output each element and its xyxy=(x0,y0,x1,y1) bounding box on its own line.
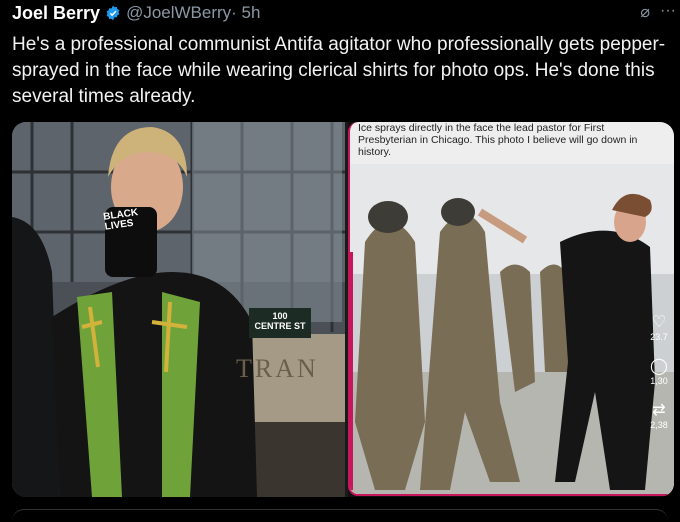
repost-count: 2,38 xyxy=(650,420,668,430)
tweet-media[interactable]: BLACK LIVES 100 CENTRE ST TRAN Ice spray… xyxy=(12,122,674,497)
embedded-caption: Ice sprays directly in the face the lead… xyxy=(358,122,638,158)
building-lettering: TRAN xyxy=(236,354,319,383)
like-count: 23.7 xyxy=(650,332,668,342)
embedded-repost[interactable]: ⇄ 2,38 xyxy=(644,400,674,430)
header-actions: ⌀ ··· xyxy=(640,2,676,22)
heart-icon: ♡ xyxy=(651,314,667,331)
confrontation-photo-illustration xyxy=(350,164,674,494)
street-sign-name: CENTRE ST xyxy=(254,321,306,331)
reply-count: 1,30 xyxy=(650,376,668,386)
tweet-header: Joel Berry @JoelWBerry · 5h xyxy=(12,0,668,26)
verified-badge-icon xyxy=(106,5,120,21)
street-sign: 100 CENTRE ST xyxy=(249,308,311,338)
embedded-actions: ♡ 23.7 ◯ 1,30 ⇄ 2,38 xyxy=(644,312,674,492)
more-options-icon[interactable]: ··· xyxy=(660,2,676,22)
reply-icon: ◯ xyxy=(650,358,668,375)
embedded-like[interactable]: ♡ 23.7 xyxy=(644,312,674,342)
post-time[interactable]: · 5h xyxy=(231,3,260,23)
embedded-post-card: Ice sprays directly in the face the lead… xyxy=(348,122,674,496)
author-name[interactable]: Joel Berry xyxy=(12,3,100,24)
grok-icon[interactable]: ⌀ xyxy=(640,2,650,22)
photo-pastor[interactable]: BLACK LIVES 100 CENTRE ST TRAN xyxy=(12,122,345,497)
street-sign-number: 100 xyxy=(272,311,288,321)
photo-confrontation[interactable]: Ice sprays directly in the face the lead… xyxy=(348,122,674,497)
repost-icon: ⇄ xyxy=(652,402,666,419)
next-post-edge xyxy=(12,509,668,522)
author-handle[interactable]: @JoelWBerry xyxy=(126,3,231,23)
tweet-text: He's a professional communist Antifa agi… xyxy=(12,34,666,107)
embedded-reply[interactable]: ◯ 1,30 xyxy=(644,356,674,386)
